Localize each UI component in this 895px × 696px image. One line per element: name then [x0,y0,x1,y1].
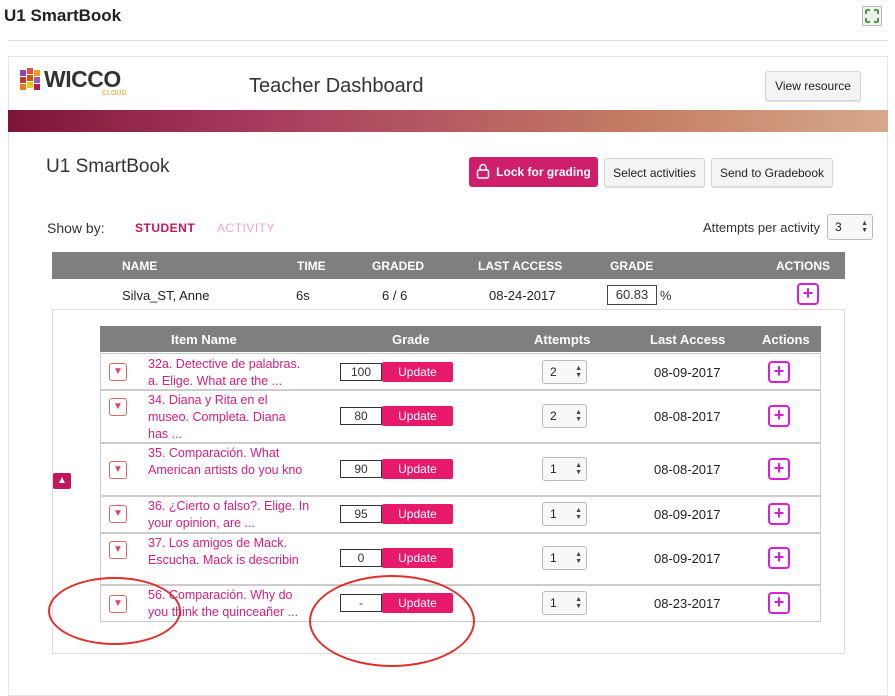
last-access: 08-09-2017 [654,365,721,380]
attempts-select[interactable]: 2 ▲ ▼ [542,360,587,384]
attempts-per-activity-label: Attempts per activity [703,220,821,235]
percent-sign: % [660,288,672,303]
smartbook-title: U1 SmartBook [46,156,170,177]
stepper-arrows-icon: ▲ ▼ [575,365,582,379]
tab-activity[interactable]: ACTIVITY [217,221,275,235]
tab-student[interactable]: STUDENT [135,221,195,235]
page-title: U1 SmartBook [4,6,122,25]
wicco-logo: WICCO CLOUD [18,66,138,100]
update-button[interactable]: Update [382,504,453,524]
add-comment-icon[interactable]: + [768,503,790,525]
stepper-arrows-icon: ▲ ▼ [575,507,582,521]
view-resource-button[interactable]: View resource [765,71,861,101]
attempts-per-activity-select[interactable]: 3 ▲ ▼ [827,214,873,240]
table-row: ▼ 35. Comparación. What American artists … [100,443,821,496]
attempts-select[interactable]: 2 ▲ ▼ [542,404,587,428]
attempts-select[interactable]: 1 ▲ ▼ [542,591,587,615]
chevron-down-icon[interactable]: ▼ [109,461,127,479]
chevron-down-icon[interactable]: ▼ [109,363,127,381]
stepper-arrows-icon: ▲ ▼ [575,596,582,610]
col-grade[interactable]: GRADE [610,259,653,273]
stepper-arrows-icon: ▲ ▼ [575,409,582,423]
item-name-link[interactable]: 34. Diana y Rita en el museo. Completa. D… [148,392,320,443]
student-time: 6s [296,288,310,303]
attempts-select[interactable]: 1 ▲ ▼ [542,457,587,481]
stepper-arrows-icon: ▲ ▼ [575,462,582,476]
grade-input[interactable]: 100 [340,363,382,381]
update-button[interactable]: Update [382,362,453,382]
last-access: 08-23-2017 [654,596,721,611]
col-item-name[interactable]: Item Name [171,332,237,347]
send-to-gradebook-button[interactable]: Send to Gradebook [711,158,833,187]
student-graded: 6 / 6 [382,288,408,303]
update-button[interactable]: Update [382,459,453,479]
update-button[interactable]: Update [382,406,453,426]
show-by-label: Show by: [47,220,105,236]
divider [8,40,888,41]
add-comment-icon[interactable]: + [768,458,790,480]
col-attempts[interactable]: Attempts [534,332,590,347]
item-name-link[interactable]: 32a. Detective de palabras. a. Elige. Wha… [148,356,320,390]
grade-input[interactable]: 80 [340,407,382,425]
col-actions: ACTIONS [776,259,830,273]
student-row: Silva_ST, Anne 6s 6 / 6 08-24-2017 60.83… [52,280,845,310]
item-name-link[interactable]: 35. Comparación. What American artists do… [148,445,320,479]
chevron-down-icon[interactable]: ▼ [109,398,127,416]
grade-input[interactable]: 90 [340,460,382,478]
update-button[interactable]: Update [382,548,453,568]
last-access: 08-09-2017 [654,507,721,522]
attempts-select[interactable]: 1 ▲ ▼ [542,502,587,526]
student-last-access: 08-24-2017 [489,288,556,303]
attempts-select[interactable]: 1 ▲ ▼ [542,546,587,570]
add-comment-icon[interactable]: + [768,361,790,383]
table-row: ▼ 36. ¿Cierto o falso?. Elige. In your op… [100,496,821,533]
col-actions: Actions [762,332,810,347]
col-time[interactable]: TIME [297,259,326,273]
last-access: 08-08-2017 [654,462,721,477]
select-activities-button[interactable]: Select activities [604,158,705,187]
lock-icon [476,163,490,182]
header-banner [8,110,888,132]
main-table-header: NAME TIME GRADED LAST ACCESS GRADE ACTIO… [52,252,845,279]
table-row: ▼ 37. Los amigos de Mack. Escucha. Mack i… [100,533,821,585]
add-comment-icon[interactable]: + [768,405,790,427]
lock-label: Lock for grading [496,165,591,179]
attempts-value: 3 [835,220,842,234]
detail-table-header: Item Name Grade Attempts Last Access Act… [100,326,821,352]
annotation-circle [309,575,475,667]
grade-input[interactable]: 0 [340,549,382,567]
collapse-chevron-up-icon[interactable]: ▲ [53,473,71,489]
expand-icon[interactable] [862,6,882,26]
col-grade[interactable]: Grade [392,332,430,347]
student-name[interactable]: Silva_ST, Anne [122,288,209,303]
student-grade-field[interactable]: 60.83 [607,285,657,305]
add-comment-icon[interactable]: + [768,592,790,614]
col-last-access[interactable]: Last Access [650,332,725,347]
table-row: ▼ 32a. Detective de palabras. a. Elige. W… [100,353,821,390]
grade-input[interactable]: 95 [340,505,382,523]
add-comment-icon[interactable]: + [768,547,790,569]
item-name-link[interactable]: 37. Los amigos de Mack. Escucha. Mack is … [148,535,320,569]
dashboard-title: Teacher Dashboard [249,75,424,97]
last-access: 08-08-2017 [654,409,721,424]
chevron-down-icon[interactable]: ▼ [109,505,127,523]
logo-text: WICCO [44,66,121,92]
chevron-down-icon[interactable]: ▼ [109,541,127,559]
add-comment-icon[interactable]: + [797,283,819,305]
item-name-link[interactable]: 36. ¿Cierto o falso?. Elige. In your opin… [148,498,320,532]
col-name[interactable]: NAME [122,259,157,273]
col-last-access[interactable]: LAST ACCESS [478,259,562,273]
annotation-circle [48,577,181,645]
lock-for-grading-button[interactable]: Lock for grading [469,157,598,187]
table-row: ▼ 34. Diana y Rita en el museo. Completa.… [100,390,821,443]
stepper-arrows-icon: ▲ ▼ [861,220,868,234]
col-graded[interactable]: GRADED [372,259,424,273]
last-access: 08-09-2017 [654,551,721,566]
logo-subtext: CLOUD [102,90,127,97]
stepper-arrows-icon: ▲ ▼ [575,551,582,565]
